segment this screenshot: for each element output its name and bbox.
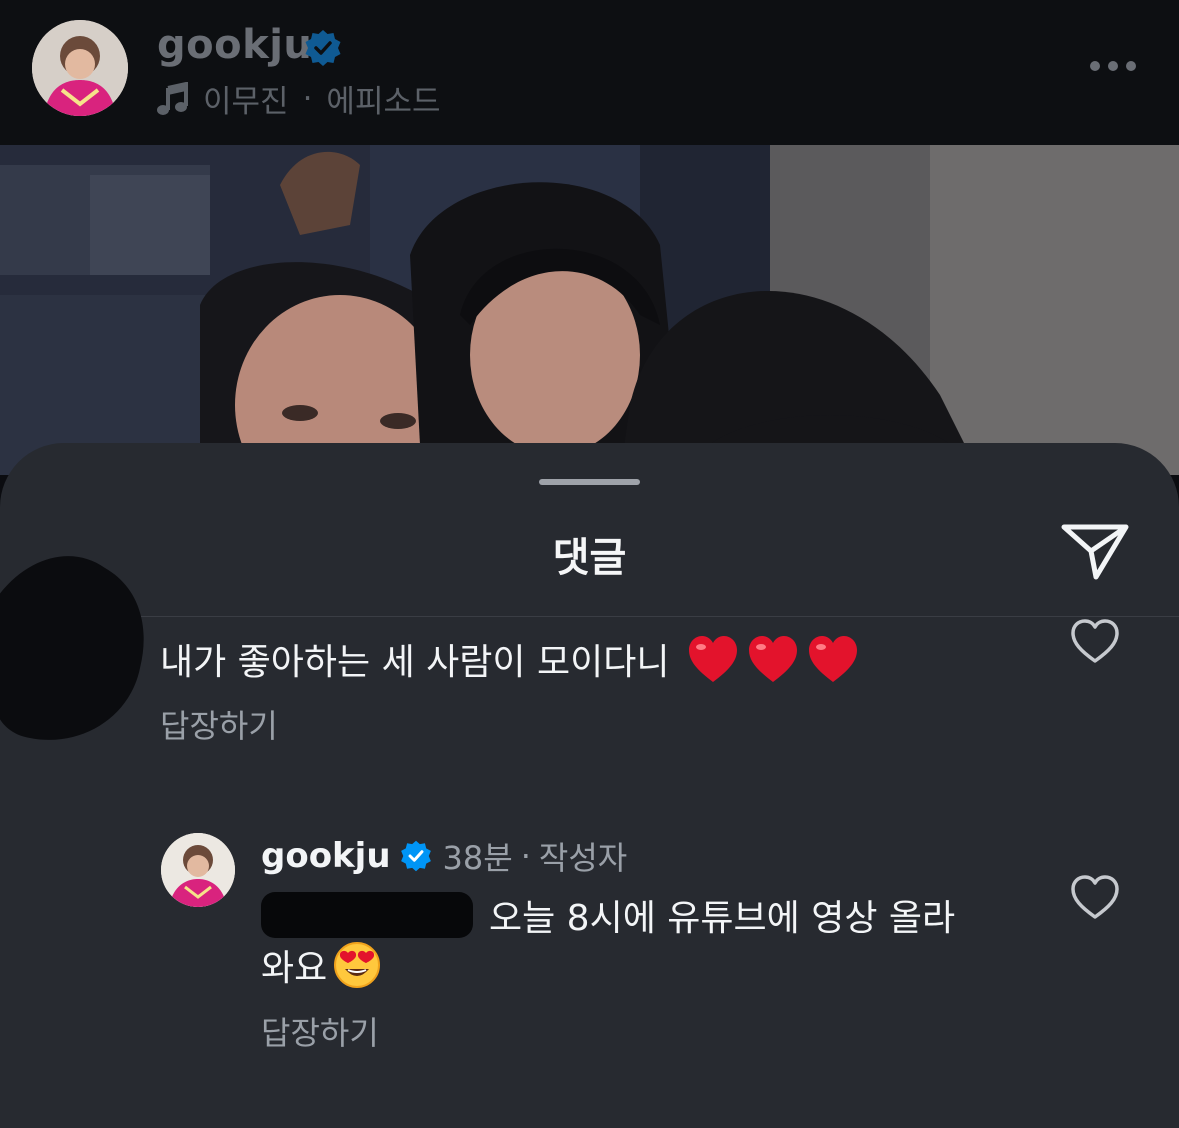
author-badge: 작성자: [538, 839, 628, 877]
comment-2-meta: gookju 38분 · 작성자: [261, 833, 627, 879]
music-note-icon: [157, 81, 188, 115]
sheet-title: 댓글: [552, 535, 627, 581]
red-heart-emoji-icon: [749, 636, 798, 682]
comment-2-text-line1: 오늘 8시에 유튜브에 영상 올라: [261, 889, 955, 941]
comment-1-hearts: [687, 634, 859, 684]
comment-1-text: 내가 좋아하는 세 사람이 모이다니: [160, 642, 670, 683]
heart-eyes-emoji-icon: [334, 942, 381, 988]
sheet-divider: [0, 616, 1179, 617]
profile-avatar[interactable]: [32, 20, 128, 116]
comment-1-reply-button[interactable]: 답장하기: [160, 701, 278, 747]
music-info[interactable]: 이무진 · 에피소드: [157, 76, 441, 121]
send-icon[interactable]: [1060, 519, 1132, 583]
comment-2-time: 38분: [442, 839, 513, 877]
comment-2-like-icon[interactable]: [1069, 873, 1121, 921]
post-photo: [0, 145, 1179, 475]
comment-2-reply-button[interactable]: 답장하기: [261, 1008, 379, 1054]
comment-2-separator: ·: [520, 837, 531, 875]
comment-2-username[interactable]: gookju: [261, 836, 391, 876]
redacted-avatar-scribble: [0, 556, 144, 740]
verified-badge-icon: [400, 840, 431, 872]
comment-2-text: 오늘 8시에 유튜브에 영상 올라: [489, 898, 956, 939]
comment-1-like-icon[interactable]: [1069, 617, 1121, 665]
music-track: 에피소드: [326, 84, 441, 120]
verified-badge-icon: [305, 30, 341, 66]
post-header: gookju 이무진 · 에피소드: [0, 0, 1179, 145]
comment-2-avatar[interactable]: [161, 833, 235, 907]
comment-2-text-cont: 와요: [261, 948, 328, 989]
comments-sheet: 댓글 내가 좋아하는 세 사람이 모이다니 답장하기 gookju 38분 · …: [0, 443, 1179, 1128]
sheet-drag-handle[interactable]: [539, 479, 640, 485]
red-heart-emoji-icon: [689, 636, 738, 682]
comment-2-text-line2: 와요: [261, 939, 381, 991]
more-options-icon[interactable]: [1088, 55, 1138, 77]
music-separator: ·: [302, 80, 313, 117]
post-username[interactable]: gookju: [157, 22, 312, 68]
music-artist: 이무진: [203, 84, 289, 120]
redacted-mention: [261, 892, 473, 938]
red-heart-emoji-icon: [809, 636, 858, 682]
comment-1: 내가 좋아하는 세 사람이 모이다니: [160, 633, 859, 685]
